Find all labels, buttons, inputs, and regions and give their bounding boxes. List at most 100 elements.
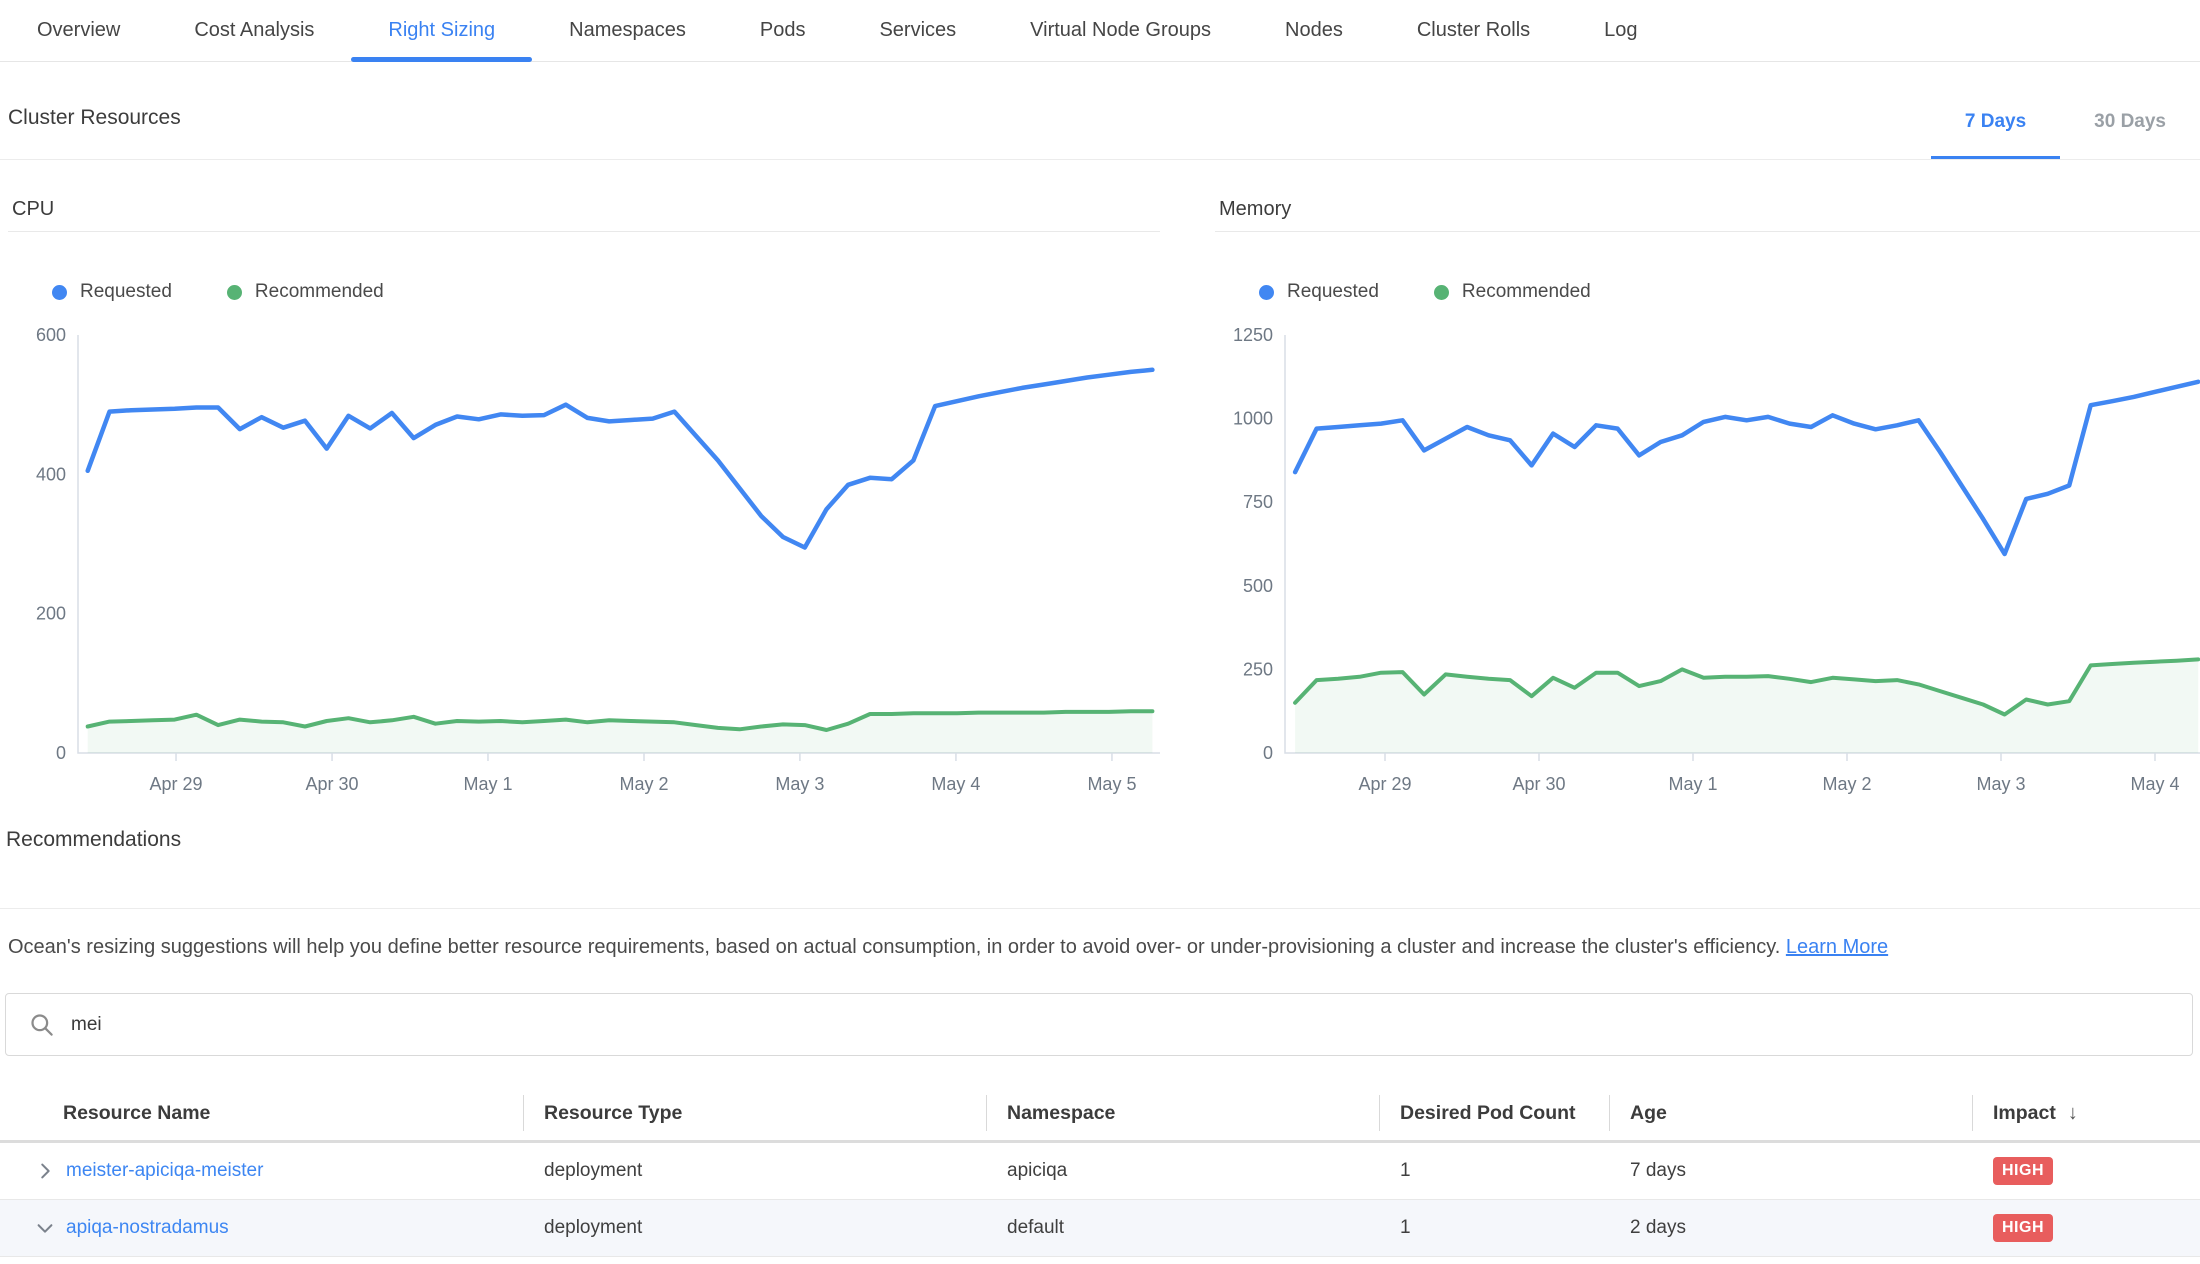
legend-label: Requested	[80, 281, 172, 303]
recommendations-description: Ocean's resizing suggestions will help y…	[8, 936, 2192, 959]
namespace-cell: apiciqa	[986, 1160, 1379, 1182]
divider	[0, 908, 2200, 909]
table-header-row: Resource Name Resource Type Namespace Desir…	[0, 1086, 2200, 1143]
legend-dot-requested	[1259, 285, 1274, 300]
svg-text:May 2: May 2	[1822, 774, 1871, 794]
column-header-label: Desired Pod Count	[1400, 1102, 1576, 1125]
column-header-label: Age	[1630, 1102, 1667, 1125]
svg-text:Apr 30: Apr 30	[1512, 774, 1565, 794]
tab-cluster-rolls[interactable]: Cluster Rolls	[1380, 0, 1567, 61]
age-cell: 2 days	[1609, 1217, 1972, 1239]
svg-text:1250: 1250	[1233, 325, 1273, 345]
namespace-cell: default	[986, 1217, 1379, 1239]
tab-right-sizing[interactable]: Right Sizing	[351, 0, 532, 61]
svg-text:0: 0	[56, 743, 66, 763]
tab-namespaces[interactable]: Namespaces	[532, 0, 723, 61]
time-range-toggle: 7 Days30 Days	[1931, 95, 2200, 159]
svg-text:750: 750	[1243, 492, 1273, 512]
tab-bar: OverviewCost AnalysisRight SizingNamespa…	[0, 0, 2200, 62]
svg-text:Apr 29: Apr 29	[150, 774, 203, 794]
column-header-impact[interactable]: Impact ↓	[1972, 1102, 2200, 1125]
impact-cell: HIGH	[1972, 1157, 2200, 1185]
svg-text:May 4: May 4	[2130, 774, 2179, 794]
svg-text:May 5: May 5	[1087, 774, 1136, 794]
svg-text:400: 400	[36, 464, 66, 484]
impact-badge: HIGH	[1993, 1214, 2053, 1242]
legend-dot-recommended	[227, 285, 242, 300]
age-cell: 7 days	[1609, 1160, 1972, 1182]
svg-text:0: 0	[1263, 743, 1273, 763]
svg-text:250: 250	[1243, 659, 1273, 679]
legend-item-recommended[interactable]: Recommended	[1434, 281, 1591, 303]
cpu-legend: Requested Recommended	[52, 280, 1160, 304]
column-header-label: Resource Name	[63, 1102, 210, 1125]
legend-label: Requested	[1287, 281, 1379, 303]
recommendations-table: Resource Name Resource Type Namespace Desir…	[0, 1086, 2200, 1257]
recommendations-title: Recommendations	[6, 828, 181, 852]
svg-text:May 2: May 2	[619, 774, 668, 794]
sort-arrow-icon[interactable]: ↓	[2068, 1102, 2078, 1125]
table-body: meister-apiciqa-meisterdeploymentapiciqa…	[0, 1143, 2200, 1257]
tab-nodes[interactable]: Nodes	[1248, 0, 1380, 61]
range-30-days[interactable]: 30 Days	[2060, 95, 2200, 159]
cluster-resources-header: Cluster Resources 7 Days30 Days	[0, 62, 2200, 160]
impact-cell: HIGH	[1972, 1214, 2200, 1242]
memory-chart-panel: Memory RequestedRecommended 025050075010…	[1215, 198, 2200, 808]
chevron-right-icon[interactable]	[34, 1160, 56, 1182]
resource-name-link[interactable]: meister-apiciqa-meister	[66, 1160, 263, 1182]
resource-type-cell: deployment	[523, 1217, 986, 1239]
memory-legend: Requested Recommended	[1259, 280, 2200, 304]
svg-text:500: 500	[1243, 576, 1273, 596]
recommendations-text: Ocean's resizing suggestions will help y…	[8, 936, 1780, 958]
svg-text:200: 200	[36, 604, 66, 624]
resource-cell: apiqa-nostradamus	[0, 1217, 523, 1239]
tab-overview[interactable]: Overview	[0, 0, 157, 61]
legend-label: Recommended	[255, 281, 384, 303]
memory-chart: 025050075010001250Apr 29Apr 30May 1May 2…	[1215, 316, 2200, 808]
svg-text:May 3: May 3	[775, 774, 824, 794]
resource-name-link[interactable]: apiqa-nostradamus	[66, 1217, 229, 1239]
svg-text:May 1: May 1	[463, 774, 512, 794]
svg-text:600: 600	[36, 325, 66, 345]
page-title: Cluster Resources	[8, 106, 181, 130]
tab-cost-analysis[interactable]: Cost Analysis	[157, 0, 351, 61]
column-header-resource-name[interactable]: Resource Name	[0, 1102, 523, 1125]
column-header-age[interactable]: Age	[1609, 1102, 1972, 1125]
desired-pod-count-cell: 1	[1379, 1160, 1609, 1182]
page: OverviewCost AnalysisRight SizingNamespa…	[0, 0, 2200, 1264]
column-header-label: Impact	[1993, 1102, 2056, 1125]
column-header-label: Resource Type	[544, 1102, 682, 1125]
memory-chart-title: Memory	[1215, 198, 2200, 232]
learn-more-link[interactable]: Learn More	[1786, 936, 1888, 958]
column-header-label: Namespace	[1007, 1102, 1115, 1125]
column-header-desired-pod-count[interactable]: Desired Pod Count	[1379, 1102, 1609, 1125]
column-header-namespace[interactable]: Namespace	[986, 1102, 1379, 1125]
tab-pods[interactable]: Pods	[723, 0, 843, 61]
svg-text:Apr 29: Apr 29	[1358, 774, 1411, 794]
cpu-chart-panel: CPU Requested Recommended 0 200 400 600 Apr 2…	[8, 198, 1160, 808]
table-row: meister-apiciqa-meister deploymentapiciqa…	[0, 1143, 2200, 1200]
range-7-days[interactable]: 7 Days	[1931, 95, 2060, 159]
legend-dot-recommended	[1434, 285, 1449, 300]
svg-text:May 4: May 4	[931, 774, 980, 794]
svg-text:Apr 30: Apr 30	[306, 774, 359, 794]
search-box	[5, 993, 2193, 1056]
recommendations-section: Recommendations Ocean's resizing suggest…	[0, 810, 2200, 993]
legend-item-requested[interactable]: Requested	[52, 281, 172, 303]
tab-services[interactable]: Services	[842, 0, 993, 61]
impact-badge: HIGH	[1993, 1157, 2053, 1185]
legend-item-recommended[interactable]: Recommended	[227, 281, 384, 303]
tab-virtual-node-groups[interactable]: Virtual Node Groups	[993, 0, 1248, 61]
cpu-chart-title: CPU	[8, 198, 1160, 232]
search-icon	[28, 1011, 55, 1038]
legend-dot-requested	[52, 285, 67, 300]
column-header-resource-type[interactable]: Resource Type	[523, 1102, 986, 1125]
resource-type-cell: deployment	[523, 1160, 986, 1182]
chevron-down-icon[interactable]	[34, 1217, 56, 1239]
desired-pod-count-cell: 1	[1379, 1217, 1609, 1239]
search-input[interactable]	[71, 1014, 2192, 1036]
table-row: apiqa-nostradamus deploymentdefault12 day…	[0, 1200, 2200, 1257]
charts-section: CPU Requested Recommended 0 200 400 600 Apr 2…	[0, 160, 2200, 810]
tab-log[interactable]: Log	[1567, 0, 1674, 61]
legend-item-requested[interactable]: Requested	[1259, 281, 1379, 303]
